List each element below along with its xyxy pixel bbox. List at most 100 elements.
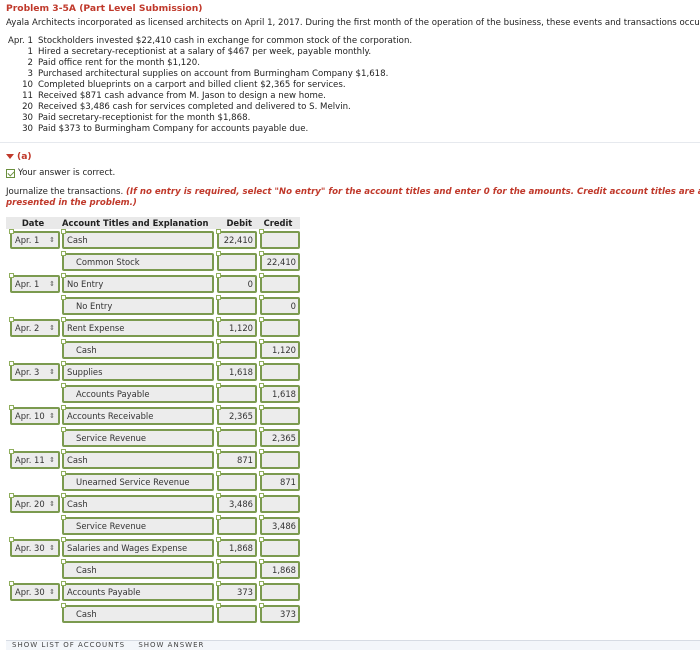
header-credit: Credit (263, 218, 293, 228)
account-title-input-value: Accounts Payable (76, 389, 150, 399)
account-title-input-value: Cash (76, 609, 97, 619)
credit-input[interactable]: 871 (259, 471, 300, 491)
date-select[interactable]: Apr. 30 ⇕ (9, 581, 60, 601)
date-select[interactable]: Apr. 20 ⇕ (9, 493, 60, 513)
debit-input[interactable] (216, 339, 257, 359)
account-title-input[interactable]: Cash (61, 229, 214, 249)
credit-input[interactable]: 1,868 (259, 559, 300, 579)
account-title-input[interactable]: Cash (61, 449, 214, 469)
account-title-input[interactable]: Rent Expense (61, 317, 214, 337)
field-marker-icon (259, 361, 264, 366)
account-title-input[interactable]: Cash (61, 339, 214, 359)
credit-input[interactable] (259, 273, 300, 293)
select-arrows-icon: ⇕ (49, 588, 55, 596)
date-select[interactable]: Apr. 1 ⇕ (9, 273, 60, 293)
account-title-input[interactable]: Cash (61, 603, 214, 623)
debit-input[interactable]: 2,365 (216, 405, 257, 425)
debit-input[interactable]: 3,486 (216, 493, 257, 513)
select-arrows-icon: ⇕ (49, 368, 55, 376)
credit-input-value: 2,365 (272, 433, 296, 443)
account-title-input[interactable]: Common Stock (61, 251, 214, 271)
credit-input[interactable] (259, 317, 300, 337)
debit-input[interactable]: 22,410 (216, 229, 257, 249)
credit-input[interactable]: 1,120 (259, 339, 300, 359)
answer-status-text: Your answer is correct. (18, 168, 116, 178)
credit-input-value: 373 (280, 609, 296, 619)
debit-input[interactable]: 1,120 (216, 317, 257, 337)
account-title-input[interactable]: Salaries and Wages Expense (61, 537, 214, 557)
debit-input[interactable] (216, 383, 257, 403)
credit-input[interactable]: 0 (259, 295, 300, 315)
debit-input[interactable] (216, 559, 257, 579)
account-title-input[interactable]: Service Revenue (61, 515, 214, 535)
debit-input[interactable]: 0 (216, 273, 257, 293)
show-list-of-accounts-button[interactable]: SHOW LIST OF ACCOUNTS (12, 641, 125, 649)
credit-input[interactable] (259, 405, 300, 425)
account-title-input[interactable]: Accounts Payable (61, 383, 214, 403)
account-title-input[interactable]: Cash (61, 559, 214, 579)
field-marker-icon (216, 317, 221, 322)
account-title-input[interactable]: No Entry (61, 273, 214, 293)
credit-input[interactable]: 1,618 (259, 383, 300, 403)
instruction-text: Journalize the transactions. (6, 187, 124, 197)
account-title-input[interactable]: Service Revenue (61, 427, 214, 447)
field-marker-icon (9, 317, 14, 322)
credit-input[interactable] (259, 449, 300, 469)
field-marker-icon (61, 229, 66, 234)
debit-input[interactable] (216, 251, 257, 271)
account-title-input-value: No Entry (76, 301, 113, 311)
date-select[interactable]: Apr. 1 ⇕ (9, 229, 60, 249)
journal-row: Apr. 1 ⇕ Cash 22,410 (6, 229, 300, 251)
credit-input[interactable]: 2,365 (259, 427, 300, 447)
account-title-input[interactable]: Accounts Receivable (61, 405, 214, 425)
field-marker-icon (259, 273, 264, 278)
credit-input[interactable] (259, 581, 300, 601)
credit-input-value: 3,486 (272, 521, 296, 531)
show-answer-button[interactable]: SHOW ANSWER (138, 641, 204, 649)
credit-input[interactable]: 373 (259, 603, 300, 623)
account-title-input[interactable]: No Entry (61, 295, 214, 315)
account-title-input[interactable]: Unearned Service Revenue (61, 471, 214, 491)
credit-input-value: 1,120 (272, 345, 296, 355)
debit-input[interactable]: 1,868 (216, 537, 257, 557)
credit-input[interactable] (259, 493, 300, 513)
debit-input-value: 3,486 (229, 499, 253, 509)
debit-input[interactable] (216, 515, 257, 535)
account-title-input-value: Cash (76, 345, 97, 355)
field-marker-icon (259, 603, 264, 608)
date-select[interactable]: Apr. 2 ⇕ (9, 317, 60, 337)
journal-row: Service Revenue 2,365 (6, 427, 300, 449)
debit-input[interactable] (216, 603, 257, 623)
account-title-input[interactable]: Cash (61, 493, 214, 513)
debit-input[interactable] (216, 427, 257, 447)
account-title-input[interactable]: Accounts Payable (61, 581, 214, 601)
account-title-input-value: Accounts Receivable (67, 411, 154, 421)
debit-input-value: 1,120 (229, 323, 253, 333)
credit-input[interactable] (259, 537, 300, 557)
field-marker-icon (61, 449, 66, 454)
transaction-day: 10 (22, 80, 33, 90)
part-a-toggle[interactable]: (a) (6, 149, 694, 163)
field-marker-icon (216, 449, 221, 454)
debit-input[interactable]: 1,618 (216, 361, 257, 381)
credit-input[interactable] (259, 229, 300, 249)
credit-input[interactable] (259, 361, 300, 381)
date-select[interactable]: Apr. 11 ⇕ (9, 449, 60, 469)
transaction-date: 3 (6, 69, 38, 80)
debit-input[interactable]: 871 (216, 449, 257, 469)
date-select[interactable]: Apr. 3 ⇕ (9, 361, 60, 381)
transaction-day: 2 (27, 58, 33, 68)
debit-input[interactable] (216, 471, 257, 491)
date-select[interactable]: Apr. 30 ⇕ (9, 537, 60, 557)
debit-input[interactable] (216, 295, 257, 315)
date-select[interactable]: Apr. 10 ⇕ (9, 405, 60, 425)
credit-input[interactable]: 3,486 (259, 515, 300, 535)
account-title-input-value: Salaries and Wages Expense (67, 543, 188, 553)
field-marker-icon (61, 383, 66, 388)
date-select-value: Apr. 30 (15, 543, 45, 553)
field-marker-icon (61, 537, 66, 542)
credit-input[interactable]: 22,410 (259, 251, 300, 271)
account-title-input[interactable]: Supplies (61, 361, 214, 381)
debit-input[interactable]: 373 (216, 581, 257, 601)
journal-row: Apr. 11 ⇕ Cash 871 (6, 449, 300, 471)
